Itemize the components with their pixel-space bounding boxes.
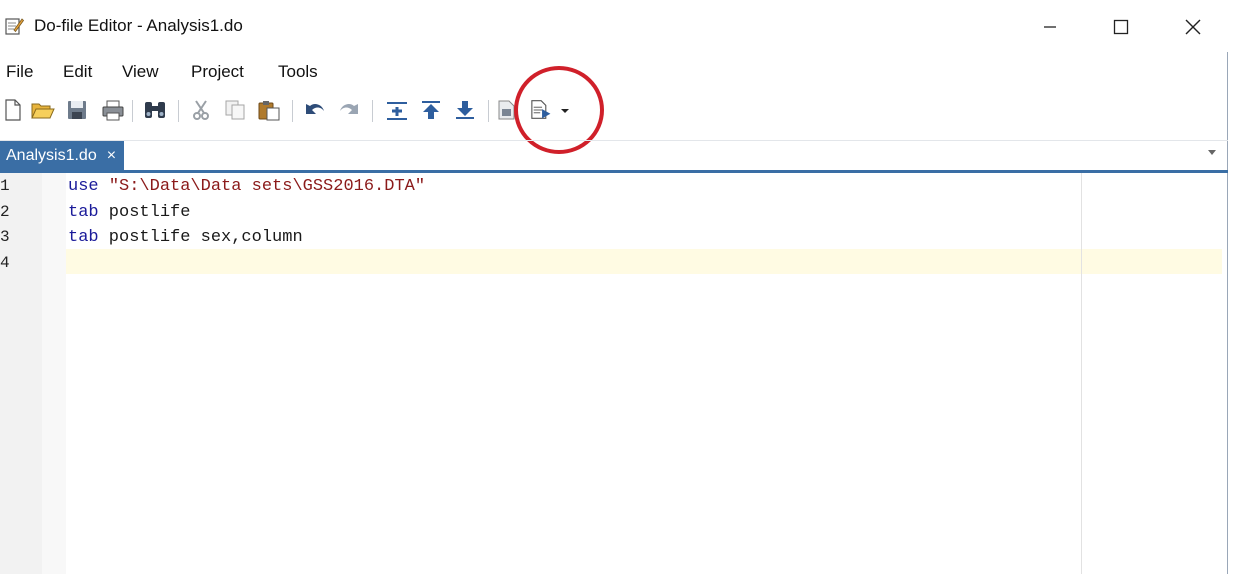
- undo-button[interactable]: [302, 96, 328, 124]
- tab-label: Analysis1.do: [6, 147, 97, 164]
- toolbar: [0, 94, 1228, 130]
- menu-edit[interactable]: Edit: [63, 58, 92, 86]
- tab-strip: Analysis1.do ×: [0, 140, 1228, 171]
- text-token: postlife: [98, 202, 191, 222]
- move-up-icon: [422, 101, 440, 119]
- string-token: "S:\Data\Data sets\GSS2016.DTA": [108, 177, 426, 196]
- close-icon: [1185, 19, 1201, 35]
- undo-icon: [306, 103, 324, 114]
- line-number: 4: [0, 253, 10, 272]
- maximize-icon: [1113, 19, 1129, 35]
- line-number: 3: [0, 228, 10, 246]
- copy-icon: [225, 100, 245, 120]
- keyword-token: tab: [68, 228, 99, 247]
- current-line-highlight: [66, 249, 1222, 274]
- edge-guide: [1081, 173, 1082, 574]
- move-up-button[interactable]: [418, 96, 444, 124]
- move-down-icon: [456, 101, 474, 119]
- redo-icon: [340, 103, 358, 114]
- tab-list-dropdown-icon[interactable]: [1208, 150, 1216, 155]
- menu-view[interactable]: View: [122, 58, 159, 86]
- keyword-token: use: [68, 177, 99, 196]
- keyword-token: tab: [68, 202, 99, 222]
- shift-right-icon: [387, 102, 407, 120]
- print-button[interactable]: [100, 96, 126, 124]
- maximize-button[interactable]: [1098, 8, 1144, 46]
- paste-icon: [258, 101, 280, 121]
- menu-project[interactable]: Project: [191, 58, 244, 86]
- tab-close-button[interactable]: ×: [107, 147, 116, 165]
- cut-button[interactable]: [188, 96, 214, 124]
- minimize-button[interactable]: [1027, 8, 1073, 46]
- close-button[interactable]: [1170, 8, 1216, 46]
- code-line[interactable]: tab postlife sex,column: [68, 225, 303, 250]
- shift-right-button[interactable]: [384, 96, 410, 124]
- save-button[interactable]: [64, 96, 90, 124]
- do-file-editor-window: Do-file Editor - Analysis1.do File Edit …: [0, 0, 1228, 574]
- cut-icon: [193, 100, 209, 120]
- code-line[interactable]: use "S:\Data\Data sets\GSS2016.DTA": [68, 174, 425, 199]
- code-line[interactable]: tab postlife: [68, 200, 190, 225]
- save-icon: [68, 101, 86, 119]
- menu-file[interactable]: File: [6, 58, 33, 86]
- code-editor[interactable]: 1 2 3 4 use "S:\Data\Data sets\GSS2016.DTA"…: [0, 173, 1226, 574]
- window-title: Do-file Editor - Analysis1.do: [34, 16, 243, 35]
- open-folder-icon: [31, 103, 55, 119]
- print-icon: [102, 100, 124, 121]
- redo-button[interactable]: [336, 96, 362, 124]
- find-icon: [145, 102, 165, 118]
- title-bar[interactable]: Do-file Editor - Analysis1.do: [0, 0, 1228, 52]
- copy-button[interactable]: [222, 96, 248, 124]
- line-number: 1: [0, 177, 10, 195]
- move-down-button[interactable]: [452, 96, 478, 124]
- tab-analysis1[interactable]: Analysis1.do ×: [0, 141, 125, 171]
- find-button[interactable]: [142, 96, 168, 124]
- menu-tools[interactable]: Tools: [278, 58, 318, 86]
- line-number: 2: [0, 202, 10, 221]
- paste-button[interactable]: [256, 96, 282, 124]
- new-file-button[interactable]: [0, 96, 26, 124]
- open-button[interactable]: [30, 96, 56, 124]
- fold-margin: [42, 173, 66, 574]
- do-file-editor-icon: [4, 16, 25, 36]
- text-token: postlife sex,column: [98, 228, 303, 247]
- minimize-icon: [1044, 26, 1056, 28]
- new-file-icon: [5, 99, 21, 121]
